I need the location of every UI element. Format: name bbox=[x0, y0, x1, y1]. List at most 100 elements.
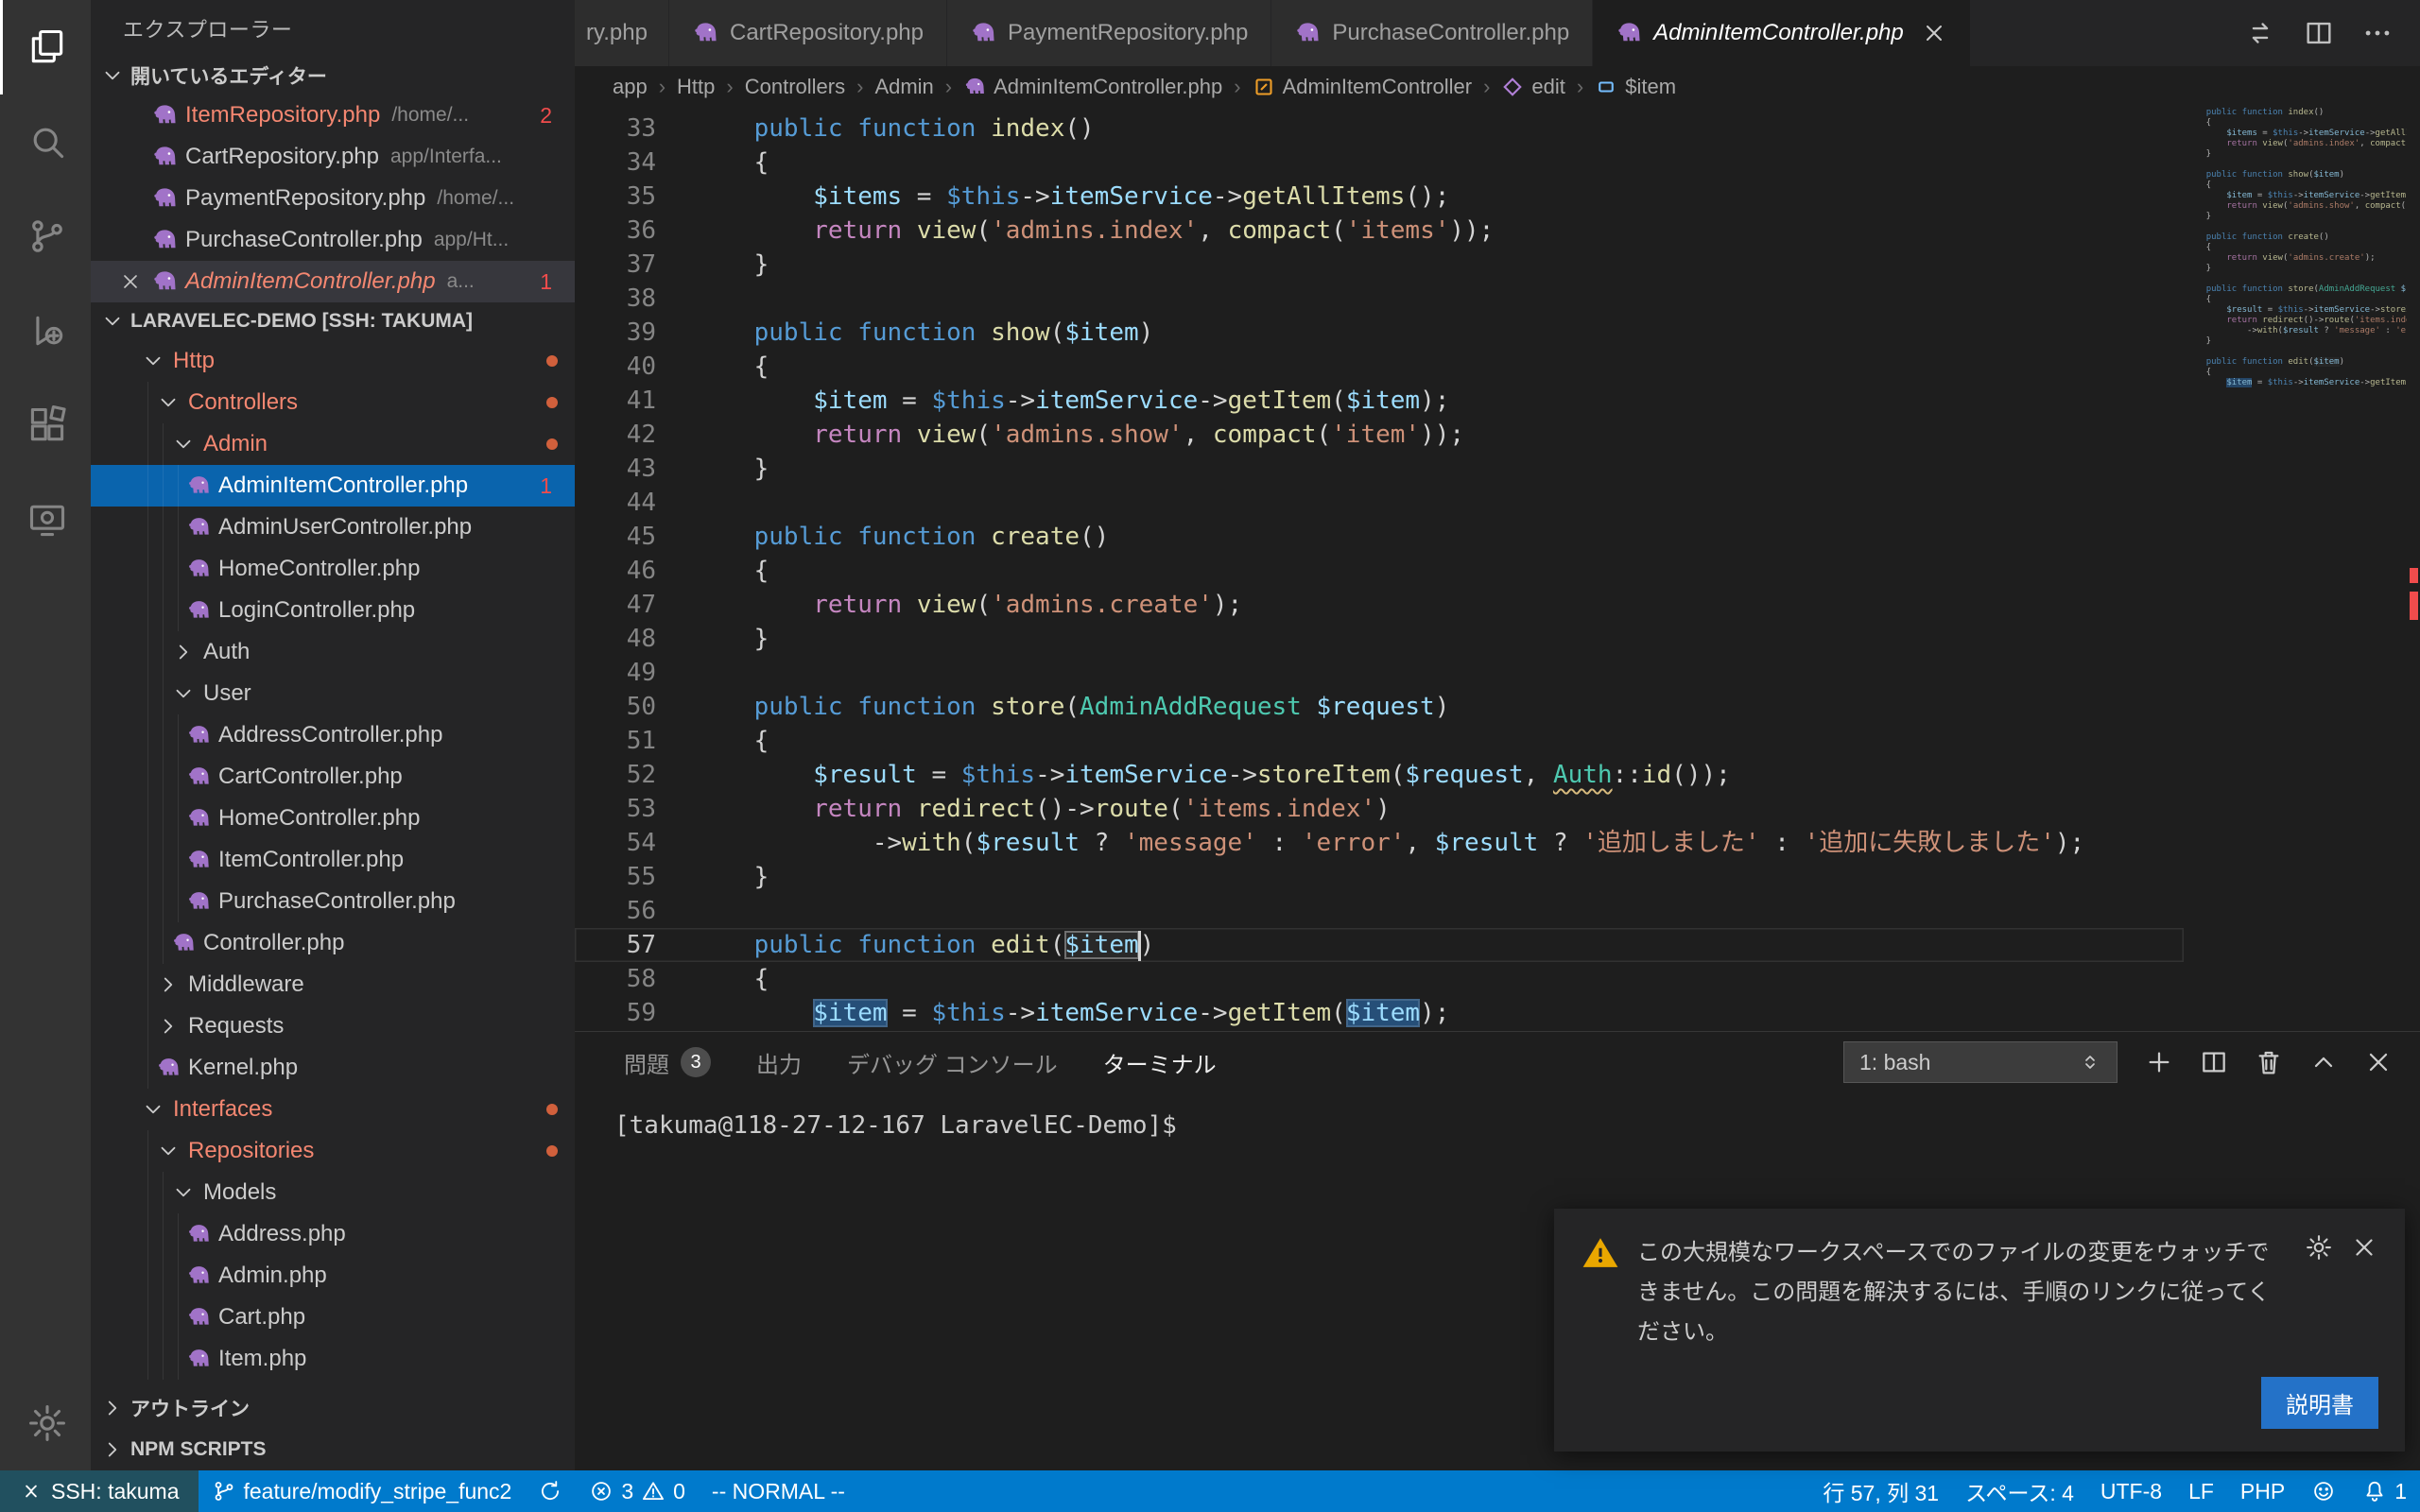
code-line[interactable]: 47 return view('admins.create'); bbox=[575, 588, 2184, 622]
code-line[interactable] bbox=[2186, 222, 2407, 232]
new-terminal[interactable] bbox=[2144, 1047, 2174, 1077]
code-line[interactable]: 44 bbox=[575, 486, 2184, 520]
tree-item[interactable]: PurchaseController.php bbox=[91, 881, 575, 922]
split-editor[interactable] bbox=[2303, 17, 2335, 49]
code-line[interactable]: 33 public function index() bbox=[575, 112, 2184, 146]
tree-item[interactable]: User bbox=[91, 673, 575, 714]
tab-PurchaseController.php[interactable]: PurchaseController.php bbox=[1271, 0, 1593, 66]
breadcrumb-item[interactable]: AdminItemController.php bbox=[963, 75, 1222, 99]
status-eol[interactable]: LF bbox=[2175, 1470, 2227, 1512]
sidebar-section-アウトライン[interactable]: アウトライン bbox=[91, 1387, 575, 1429]
code-line[interactable]: 39 public function show($item) bbox=[575, 316, 2184, 350]
tree-item[interactable]: ItemController.php bbox=[91, 839, 575, 881]
tree-item[interactable]: Auth bbox=[91, 631, 575, 673]
open-editor-item[interactable]: AdminItemController.phpa...1 bbox=[91, 261, 575, 302]
kill-terminal[interactable] bbox=[2254, 1047, 2284, 1077]
sidebar-section-NPM SCRIPTS[interactable]: NPM SCRIPTS bbox=[91, 1429, 575, 1470]
panel-tab-デバッグ コンソール[interactable]: デバッグ コンソール bbox=[847, 1046, 1058, 1079]
code-line[interactable]: ->with($result ? 'message' : 'error', $r… bbox=[2186, 326, 2407, 336]
code-line[interactable]: public function create() bbox=[2186, 232, 2407, 243]
code-line[interactable]: { bbox=[2186, 118, 2407, 129]
tree-item[interactable]: Repositories bbox=[91, 1130, 575, 1172]
tab-PaymentRepository.php[interactable]: PaymentRepository.php bbox=[947, 0, 1271, 66]
terminal-select[interactable]: 1: bash bbox=[1843, 1041, 2118, 1083]
code-line[interactable]: 56 bbox=[575, 894, 2184, 928]
status-cursor-position[interactable]: 行 57, 列 31 bbox=[1809, 1470, 1952, 1512]
tree-item[interactable]: AdminUserController.php bbox=[91, 507, 575, 548]
tree-item[interactable]: Interfaces bbox=[91, 1089, 575, 1130]
more-actions[interactable] bbox=[2361, 17, 2394, 49]
notification-action-button[interactable]: 説明書 bbox=[2261, 1377, 2378, 1429]
code-line[interactable]: 41 $item = $this->itemService->getItem($… bbox=[575, 384, 2184, 418]
code-line[interactable]: { bbox=[2186, 368, 2407, 378]
activity-search[interactable] bbox=[0, 94, 91, 189]
activity-extensions[interactable] bbox=[0, 378, 91, 472]
open-editors-header[interactable]: 開いているエディター bbox=[91, 57, 575, 94]
notification-close-icon[interactable] bbox=[2350, 1233, 2378, 1262]
code-line[interactable]: } bbox=[2186, 336, 2407, 347]
code-line[interactable]: 49 bbox=[575, 656, 2184, 690]
code-line[interactable]: 40 { bbox=[575, 350, 2184, 384]
close-panel[interactable] bbox=[2363, 1047, 2394, 1077]
tree-item[interactable]: AddressController.php bbox=[91, 714, 575, 756]
code-line[interactable]: 36 return view('admins.index', compact('… bbox=[575, 214, 2184, 248]
code-line[interactable]: } bbox=[2186, 149, 2407, 160]
breadcrumb-item[interactable]: app bbox=[613, 75, 648, 99]
status-sync[interactable] bbox=[525, 1470, 576, 1512]
tree-item[interactable]: Admin.php bbox=[91, 1255, 575, 1297]
tree-item[interactable]: Http bbox=[91, 340, 575, 382]
tree-item[interactable]: Kernel.php bbox=[91, 1047, 575, 1089]
status-language[interactable]: PHP bbox=[2227, 1470, 2298, 1512]
code-line[interactable] bbox=[2186, 347, 2407, 357]
status-encoding[interactable]: UTF-8 bbox=[2087, 1470, 2175, 1512]
tree-item[interactable]: Address.php bbox=[91, 1213, 575, 1255]
tree-item[interactable]: HomeController.php bbox=[91, 548, 575, 590]
panel-tab-問題[interactable]: 問題3 bbox=[624, 1046, 711, 1079]
code-area[interactable]: 33 public function index()34 {35 $items … bbox=[575, 112, 2184, 1030]
code-line[interactable]: 48 } bbox=[575, 622, 2184, 656]
code-line[interactable]: { bbox=[2186, 243, 2407, 253]
activity-source-control[interactable] bbox=[0, 189, 91, 284]
tab-close-icon[interactable] bbox=[1921, 20, 1947, 46]
code-line[interactable]: 35 $items = $this->itemService->getAllIt… bbox=[575, 180, 2184, 214]
code-line[interactable]: return view('admins.index', compact('ite… bbox=[2186, 139, 2407, 149]
activity-remote-explorer[interactable] bbox=[0, 472, 91, 567]
tree-item[interactable]: Controller.php bbox=[91, 922, 575, 964]
open-changes[interactable] bbox=[2244, 17, 2276, 49]
open-editor-item[interactable]: CartRepository.phpapp/Interfa... bbox=[91, 136, 575, 178]
status-vim-mode[interactable]: -- NORMAL -- bbox=[699, 1470, 858, 1512]
tree-item[interactable]: Middleware bbox=[91, 964, 575, 1005]
code-line[interactable]: { bbox=[2186, 180, 2407, 191]
code-line[interactable]: 38 bbox=[575, 282, 2184, 316]
code-line[interactable]: 43 } bbox=[575, 452, 2184, 486]
code-line[interactable]: 57 public function edit($item) bbox=[575, 928, 2184, 962]
code-line[interactable]: public function edit($item) bbox=[2186, 357, 2407, 368]
close-editor-icon[interactable] bbox=[110, 270, 151, 293]
code-line[interactable]: 59 $item = $this->itemService->getItem($… bbox=[575, 996, 2184, 1030]
status-feedback[interactable] bbox=[2298, 1470, 2349, 1512]
status-indentation[interactable]: スペース: 4 bbox=[1952, 1470, 2087, 1512]
tree-header[interactable]: LARAVELEC-DEMO [SSH: TAKUMA] bbox=[91, 302, 575, 340]
tree-item[interactable]: Cart.php bbox=[91, 1297, 575, 1338]
code-editor[interactable]: 33 public function index()34 {35 $items … bbox=[575, 108, 2420, 1031]
overview-ruler[interactable] bbox=[2407, 108, 2420, 1031]
code-line[interactable]: $item = $this->itemService->getItem($ite… bbox=[2186, 378, 2407, 388]
tree-item[interactable]: Controllers bbox=[91, 382, 575, 423]
open-editor-item[interactable]: PaymentRepository.php/home/... bbox=[91, 178, 575, 219]
code-line[interactable]: 46 { bbox=[575, 554, 2184, 588]
code-line[interactable] bbox=[2186, 274, 2407, 284]
status-remote[interactable]: SSH: takuma bbox=[0, 1470, 199, 1512]
tree-item[interactable]: HomeController.php bbox=[91, 798, 575, 839]
maximize-panel[interactable] bbox=[2308, 1047, 2339, 1077]
breadcrumb-item[interactable]: AdminItemController bbox=[1253, 75, 1473, 99]
activity-settings[interactable] bbox=[0, 1376, 91, 1470]
code-line[interactable]: return view('admins.show', compact('item… bbox=[2186, 201, 2407, 212]
code-line[interactable]: } bbox=[2186, 212, 2407, 222]
tree-item[interactable]: Item.php bbox=[91, 1338, 575, 1380]
code-line[interactable]: 45 public function create() bbox=[575, 520, 2184, 554]
code-line[interactable]: public function show($item) bbox=[2186, 170, 2407, 180]
code-line[interactable]: } bbox=[2186, 264, 2407, 274]
breadcrumb-item[interactable]: Http bbox=[677, 75, 715, 99]
breadcrumb-item[interactable]: Admin bbox=[874, 75, 933, 99]
tab-CartRepository.php[interactable]: CartRepository.php bbox=[669, 0, 947, 66]
